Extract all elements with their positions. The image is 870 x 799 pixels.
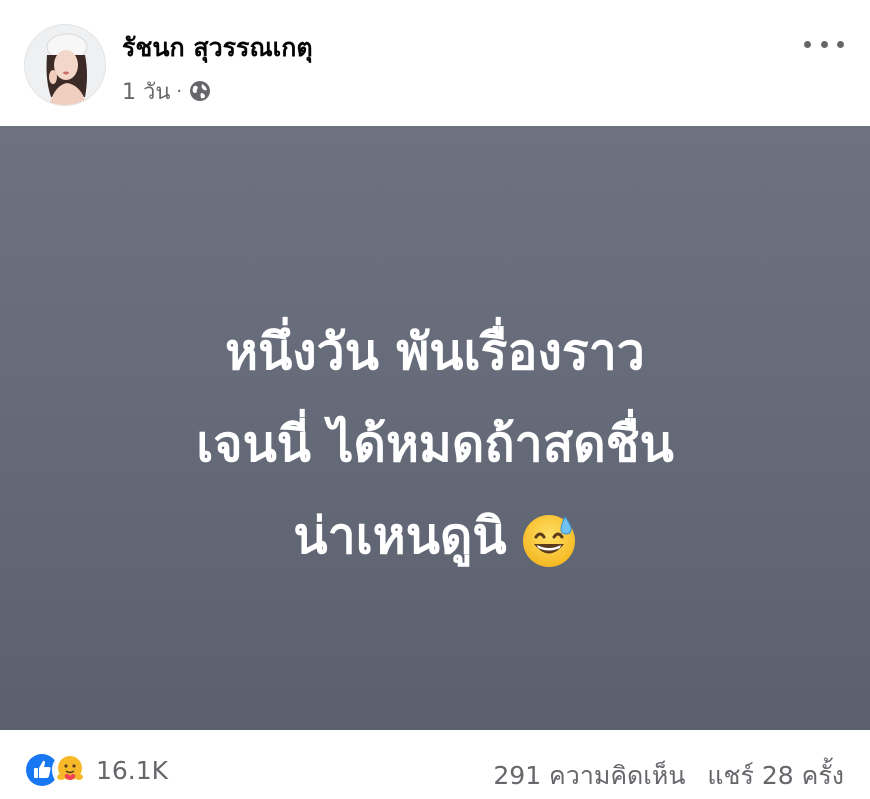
more-dot — [837, 40, 844, 48]
shares-count-link[interactable]: แชร์ 28 ครั้ง — [707, 756, 844, 796]
more-options-icon[interactable] — [804, 30, 844, 58]
post-footer: 16.1K 291 ความคิดเห็น แชร์ 28 ครั้ง — [0, 730, 870, 799]
post-text-line-2: เจนนี่ ได้หมดถ้าสดชื่น — [196, 415, 674, 473]
meta-separator: · — [176, 80, 183, 102]
globe-icon[interactable] — [188, 79, 212, 103]
author-name[interactable]: รัชนก สุวรรณเกตุ — [122, 28, 313, 68]
author-avatar[interactable] — [24, 24, 106, 106]
care-icon — [52, 752, 88, 788]
comments-count-link[interactable]: 291 ความคิดเห็น — [493, 756, 685, 796]
post-text: หนึ่งวัน พันเรื่องราว เจนนี่ ได้หมดถ้าสด… — [0, 306, 870, 582]
grinning-face-with-sweat-icon — [521, 506, 577, 567]
reaction-count: 16.1K — [96, 755, 169, 785]
post-text-line-3-text: น่าเหนดูนิ — [293, 507, 507, 565]
reactions-summary[interactable]: 16.1K — [24, 752, 168, 788]
post-text-line-1: หนึ่งวัน พันเรื่องราว — [225, 323, 645, 381]
post-header: รัชนก สุวรรณเกตุ 1 วัน · — [0, 0, 870, 126]
avatar-image — [25, 25, 105, 105]
engagement-stats: 291 ความคิดเห็น แชร์ 28 ครั้ง — [493, 756, 844, 796]
more-dot — [804, 40, 811, 48]
post-timestamp[interactable]: 1 วัน — [122, 74, 170, 109]
post-text-line-3: น่าเหนดูนิ — [0, 490, 870, 582]
more-dot — [820, 40, 828, 48]
post-meta: 1 วัน · — [122, 76, 212, 106]
